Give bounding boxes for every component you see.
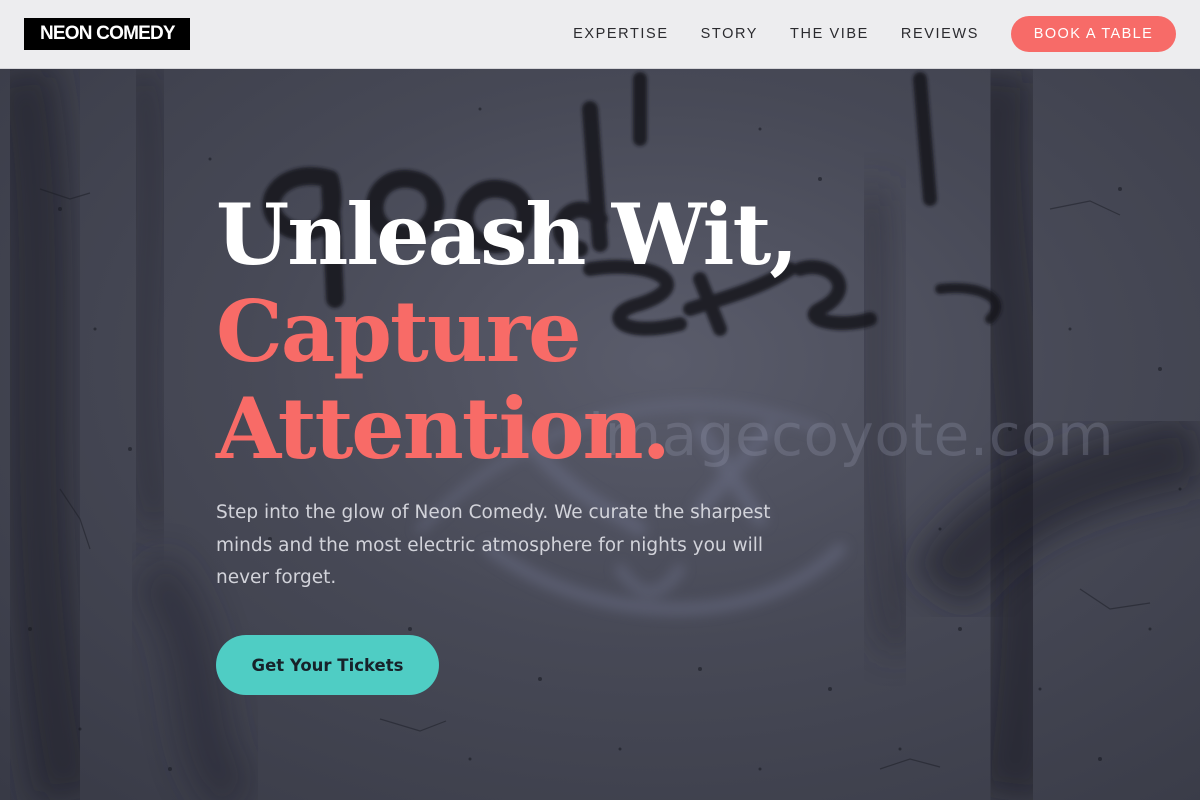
nav-link-the-vibe[interactable]: THE VIBE [790,26,869,42]
headline-line-1: Unleash Wit, [216,185,799,284]
hero-headline: Unleash Wit, Capture Attention. [216,185,799,478]
main-nav: EXPERTISE STORY THE VIBE REVIEWS BOOK A … [573,16,1176,52]
landing-page: imagecoyote.com NEON COMEDY EXPERTISE ST… [0,0,1200,800]
nav-link-expertise[interactable]: EXPERTISE [573,26,669,42]
site-logo[interactable]: NEON COMEDY [24,18,190,50]
nav-link-reviews[interactable]: REVIEWS [901,26,979,42]
get-tickets-button[interactable]: Get Your Tickets [216,635,439,695]
book-a-table-button[interactable]: BOOK A TABLE [1011,16,1176,52]
headline-line-2: Capture [216,282,582,381]
nav-link-story[interactable]: STORY [701,26,758,42]
hero-description: Step into the glow of Neon Comedy. We cu… [216,502,771,588]
headline-line-3: Attention. [216,379,671,478]
site-header: NEON COMEDY EXPERTISE STORY THE VIBE REV… [0,0,1200,69]
